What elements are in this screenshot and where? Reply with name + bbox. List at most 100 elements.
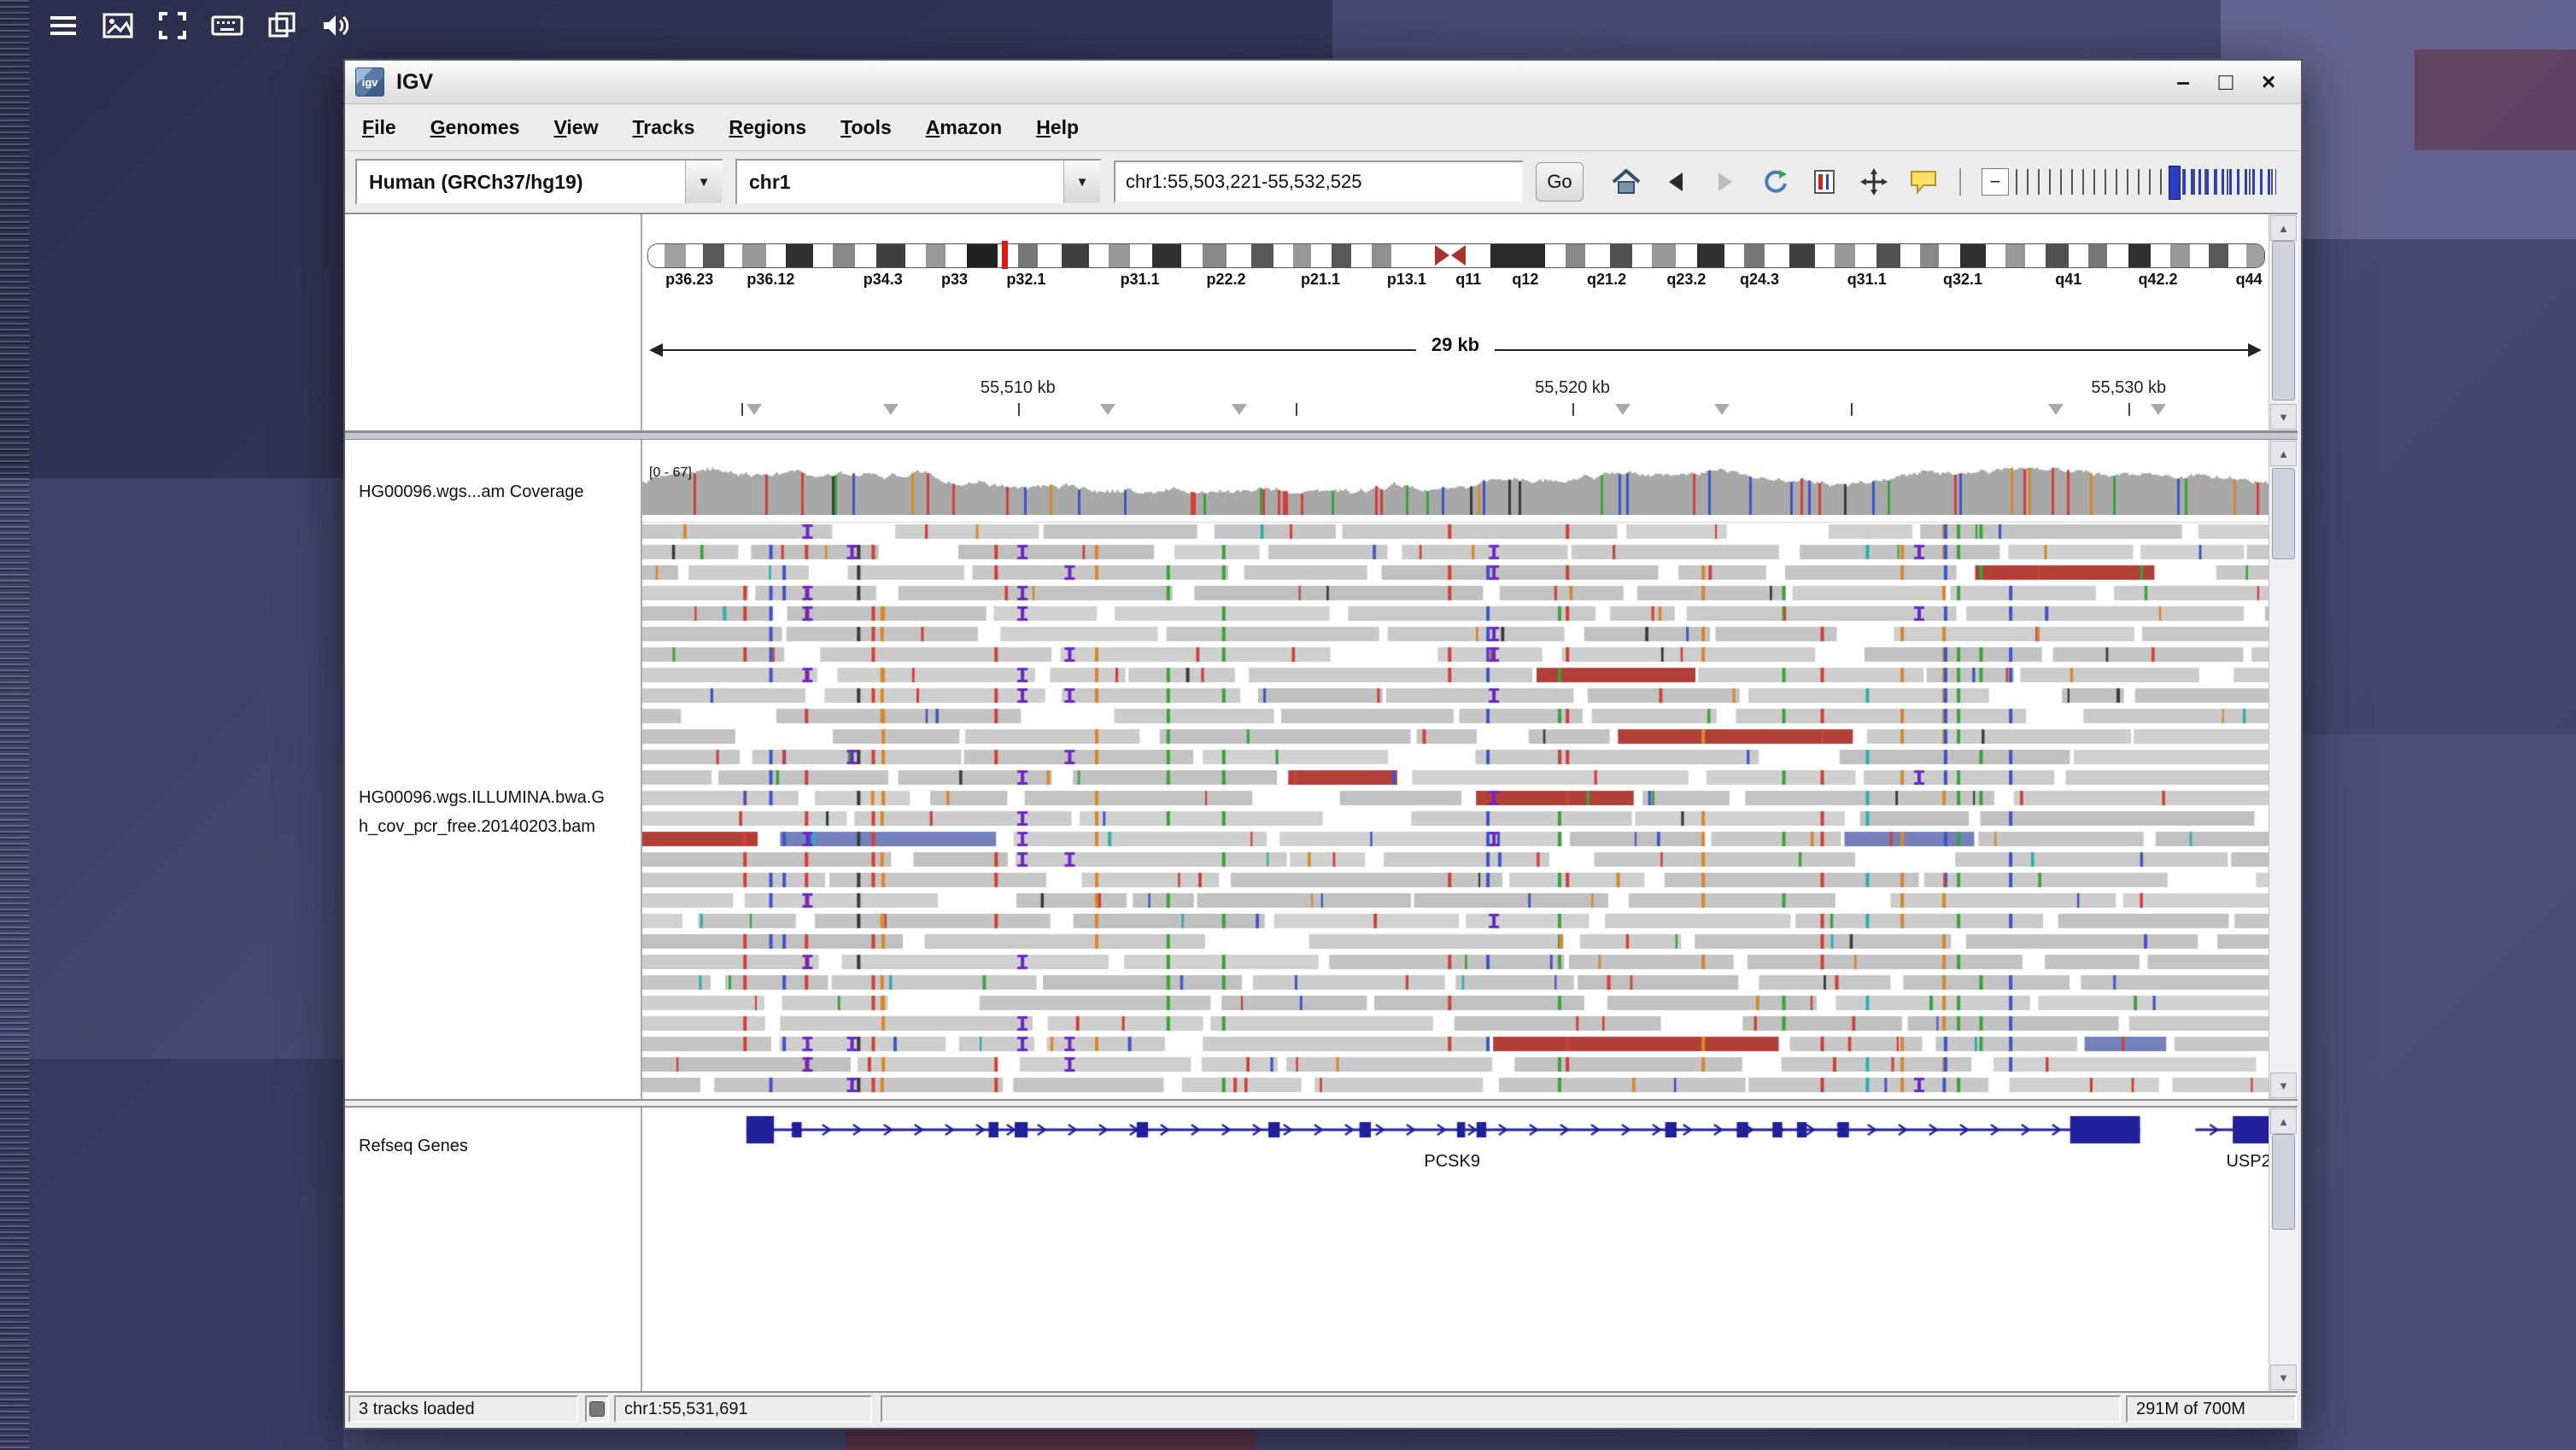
- cytoband-label: p34.3: [864, 271, 903, 289]
- cytoband-label: q21.2: [1587, 271, 1626, 289]
- ideogram-area[interactable]: p36.23p36.12p34.3p33p32.1p31.1p22.2p21.1…: [642, 214, 2269, 430]
- chromosome-band: [648, 244, 664, 267]
- scrollbar-thumb[interactable]: [2272, 1134, 2295, 1230]
- menu-genomes[interactable]: Genomes: [430, 116, 520, 139]
- region-marker-icon[interactable]: [1232, 404, 1247, 415]
- window-title: IGV: [396, 70, 433, 95]
- chromosome-band: [1566, 244, 1585, 267]
- close-button[interactable]: ×: [2251, 67, 2286, 97]
- scroll-down-icon[interactable]: ▼: [2270, 404, 2297, 430]
- forward-arrow-icon[interactable]: [1707, 163, 1744, 201]
- menu-regions[interactable]: Regions: [729, 116, 806, 139]
- region-marker-icon[interactable]: [883, 404, 899, 415]
- chevron-down-icon[interactable]: ▼: [1063, 161, 1100, 203]
- region-marker-icon[interactable]: [1100, 404, 1115, 415]
- fullscreen-icon[interactable]: [154, 7, 191, 44]
- maximize-button[interactable]: □: [2209, 67, 2243, 97]
- region-marker-icon[interactable]: [2151, 404, 2166, 415]
- chromosome-band: [813, 244, 833, 267]
- menu-file[interactable]: File: [362, 116, 396, 139]
- scroll-down-icon[interactable]: ▼: [2270, 1073, 2297, 1098]
- scroll-up-icon[interactable]: ▲: [2270, 441, 2297, 466]
- view-region-marker: [1002, 241, 1008, 269]
- chromosome-band: [855, 244, 876, 267]
- coverage-track-canvas[interactable]: [642, 464, 2269, 515]
- speaker-icon[interactable]: [318, 7, 355, 44]
- alignment-track-label[interactable]: HG00096.wgs.ILLUMINA.bwa.G h_cov_pcr_fre…: [359, 783, 605, 841]
- chromosome-band: [1130, 244, 1152, 267]
- define-region-icon[interactable]: [1806, 163, 1843, 201]
- keyboard-icon[interactable]: [208, 7, 246, 44]
- menu-icon[interactable]: [44, 7, 82, 44]
- menu-help[interactable]: Help: [1036, 116, 1079, 139]
- ideogram-scrollbar[interactable]: ▲ ▼: [2269, 214, 2297, 430]
- fit-to-window-icon[interactable]: [1855, 163, 1893, 201]
- cytoband-label: q24.3: [1740, 271, 1779, 289]
- gene-label-pcsk9: PCSK9: [1424, 1152, 1480, 1172]
- image-icon[interactable]: [99, 7, 137, 44]
- home-icon[interactable]: [1607, 163, 1645, 201]
- cytoband-label: p31.1: [1121, 271, 1160, 289]
- go-button[interactable]: Go: [1536, 162, 1584, 202]
- gene-panel: Refseq Genes PCSK9USP24 ▲ ▼: [345, 1106, 2298, 1393]
- chevron-down-icon[interactable]: ▼: [685, 161, 722, 203]
- scrollbar-thumb[interactable]: [2272, 241, 2295, 401]
- genome-select[interactable]: Human (GRCh37/hg19) ▼: [355, 159, 723, 205]
- locus-input[interactable]: [1114, 161, 1524, 203]
- minimize-button[interactable]: –: [2166, 67, 2200, 97]
- chromosome-band: [1181, 244, 1203, 267]
- menu-tracks[interactable]: Tracks: [632, 116, 694, 139]
- chromosome-band: [2209, 244, 2228, 267]
- region-marker-icon[interactable]: [1615, 404, 1630, 415]
- chromosome-select[interactable]: chr1 ▼: [735, 159, 1102, 205]
- chromosome-select-value: chr1: [737, 171, 1063, 194]
- coverage-track-label[interactable]: HG00096.wgs...am Coverage: [359, 477, 583, 506]
- refseq-track-label[interactable]: Refseq Genes: [359, 1131, 468, 1161]
- region-marker-icon[interactable]: [746, 404, 762, 415]
- scrollbar-thumb[interactable]: [2272, 468, 2295, 559]
- cytoband-label: q12: [1512, 271, 1538, 289]
- region-marker-icon[interactable]: [1714, 404, 1730, 415]
- scroll-up-icon[interactable]: ▲: [2270, 215, 2297, 241]
- tooltip-bubble-icon[interactable]: [1905, 163, 1942, 201]
- chromosome-band: [998, 244, 1019, 267]
- desktop: igv IGV – □ × File Genomes View Tracks R…: [0, 0, 2576, 1450]
- gene-scrollbar[interactable]: ▲ ▼: [2269, 1108, 2297, 1391]
- panel-splitter[interactable]: [345, 432, 2298, 440]
- scroll-up-icon[interactable]: ▲: [2270, 1108, 2297, 1134]
- zoom-slider[interactable]: −: [1982, 165, 2276, 199]
- alignment-area: [0 - 67]: [642, 440, 2269, 1099]
- ruler-tick-label: 55,530 kb: [2091, 378, 2166, 398]
- cytoband-label: q31.1: [1847, 271, 1887, 289]
- title-bar[interactable]: igv IGV – □ ×: [345, 61, 2301, 104]
- gene-area[interactable]: PCSK9USP24: [642, 1108, 2269, 1391]
- cytoband-label: p32.1: [1006, 271, 1045, 289]
- status-icon-box[interactable]: [585, 1395, 609, 1423]
- chromosome-band: [1900, 244, 1920, 267]
- cytoband-label: p22.2: [1207, 271, 1246, 289]
- status-bar: 3 tracks loaded chr1:55,531,691 291M of …: [345, 1393, 2298, 1428]
- menu-tools[interactable]: Tools: [840, 116, 892, 139]
- scroll-down-icon[interactable]: ▼: [2270, 1365, 2297, 1390]
- refresh-icon[interactable]: [1756, 163, 1794, 201]
- chromosome-band: [2046, 244, 2068, 267]
- gene-track-canvas[interactable]: [642, 1108, 2269, 1155]
- menu-amazon[interactable]: Amazon: [926, 116, 1002, 139]
- menu-view[interactable]: View: [553, 116, 598, 139]
- chromosome-band: [1789, 244, 1815, 267]
- zoom-scale[interactable]: [2016, 169, 2276, 195]
- alignment-scrollbar[interactable]: ▲ ▼: [2269, 440, 2297, 1099]
- cytoband-label: q23.2: [1666, 271, 1706, 289]
- alignment-panel: HG00096.wgs...am Coverage HG00096.wgs.IL…: [345, 440, 2298, 1101]
- chromosome-band: [703, 244, 724, 267]
- ruler-tick: [741, 403, 743, 416]
- alignment-track-canvas[interactable]: [642, 522, 2269, 1096]
- zoom-out-icon[interactable]: −: [1982, 168, 2009, 196]
- back-arrow-icon[interactable]: [1657, 163, 1695, 201]
- status-memory[interactable]: 291M of 700M: [2126, 1395, 2297, 1423]
- copy-icon[interactable]: [263, 7, 301, 44]
- zoom-thumb[interactable]: [2169, 166, 2181, 200]
- chromosome-band: [2246, 244, 2264, 267]
- chromosome-band: [1089, 244, 1109, 267]
- region-marker-icon[interactable]: [2048, 404, 2064, 415]
